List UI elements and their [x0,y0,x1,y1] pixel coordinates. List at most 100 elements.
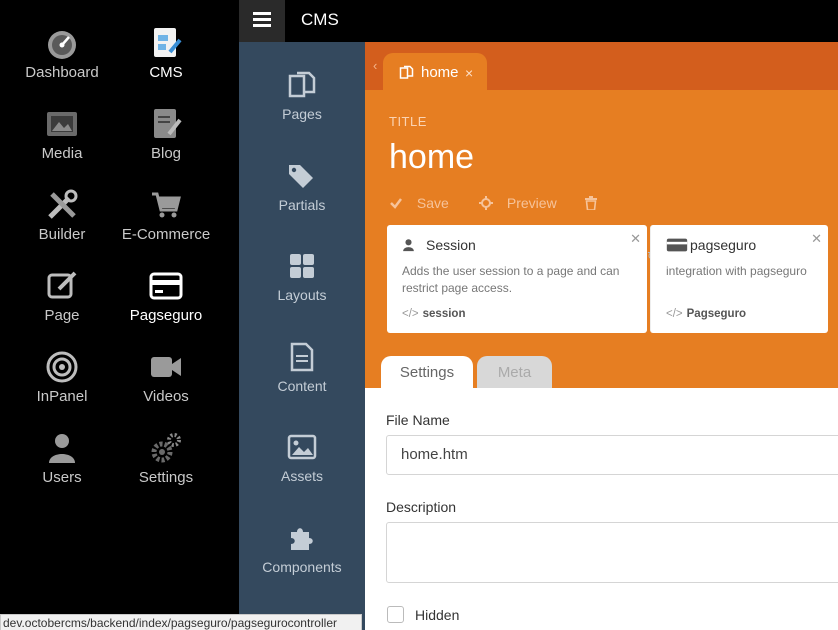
form-tabs: Settings Meta [365,356,838,388]
component-name: Session [426,237,476,253]
cms-nav-partials[interactable]: Partials [239,161,365,213]
component-description: integration with pagseguro [666,264,807,278]
app-nav-label: Users [42,469,82,486]
preview-label: Preview [506,195,557,212]
crosshair-icon [479,196,493,211]
save-button[interactable]: Save [389,194,449,211]
title-label: TITLE [389,114,427,129]
component-pagseguro[interactable]: pagseguro ✕ integration with pagseguro <… [650,225,828,333]
page-header: TITLE home Save Preview Session ✕ Adds t… [365,90,838,388]
edit-icon [47,271,77,299]
media-icon [47,112,77,136]
check-icon [390,198,402,210]
description-input[interactable] [386,522,838,583]
file-name-input[interactable]: home.htm [386,435,838,475]
component-alias-text: session [422,308,466,320]
document-tab-strip: ‹ home × [365,42,838,90]
code-icon: </> [666,308,683,320]
menu-icon-bar [253,18,271,21]
editor-area: ‹ home × TITLE home Save Preview Session… [365,42,838,630]
cms-nav-components[interactable]: Components [239,523,365,575]
app-nav-ecommerce[interactable]: E-Commerce [111,188,221,243]
close-icon[interactable]: × [465,65,473,81]
app-nav-media[interactable]: Media [7,107,117,162]
app-nav-label: Media [41,145,83,162]
app-nav-label: Pagseguro [129,307,203,324]
app-nav-blog[interactable]: Blog [111,107,221,162]
cms-nav-label: Assets [280,468,323,484]
code-icon: </> [402,308,419,320]
file-name-label: File Name [386,412,450,428]
cms-nav-pages[interactable]: Pages [239,70,365,122]
app-nav-label: Videos [143,388,189,405]
app-nav-settings[interactable]: Settings [111,431,221,486]
app-nav-builder[interactable]: Builder [7,188,117,243]
menu-icon-bar [253,12,271,15]
description-label: Description [386,499,457,515]
trash-icon [585,196,597,212]
component-description: Adds the user session to a page and can … [402,264,620,295]
cms-icon [154,28,182,57]
cms-nav-label: Content [277,378,327,394]
pages-icon [399,65,414,79]
app-navigation: Dashboard CMS Media Blog Builder E-Comme… [0,0,239,630]
cms-nav-label: Partials [278,197,326,213]
cms-nav-label: Pages [282,106,322,122]
credit-card-icon [149,272,183,300]
app-nav-cms[interactable]: CMS [111,26,221,81]
close-icon[interactable]: ✕ [811,231,822,247]
component-alias-text: Pagseguro [686,308,747,320]
file-text-icon [290,342,314,372]
hidden-label: Hidden [415,607,460,623]
app-nav-pagseguro[interactable]: Pagseguro [111,269,221,324]
cms-navigation: Pages Partials Layouts Content Assets Co… [239,42,365,630]
app-nav-label: CMS [149,64,183,81]
user-icon [403,239,414,252]
pages-icon [288,71,316,98]
app-nav-dashboard[interactable]: Dashboard [7,26,117,81]
document-tab-home[interactable]: home × [383,53,487,90]
app-nav-label: E-Commerce [121,226,211,243]
title-input[interactable]: home [389,138,474,177]
cms-nav-assets[interactable]: Assets [239,432,365,484]
grid-icon [290,254,314,278]
builder-icon [48,189,78,219]
delete-button[interactable] [585,194,597,212]
menu-icon-bar [253,24,271,27]
component-name: pagseguro [690,237,757,253]
preview-button[interactable]: Preview [479,194,557,211]
components-list: Session ✕ Adds the user session to a pag… [387,225,828,333]
cart-icon [152,192,181,218]
app-nav-label: Builder [38,226,86,243]
tags-icon [289,165,313,188]
component-alias: </> Pagseguro [666,308,746,320]
tab-meta[interactable]: Meta [477,356,552,388]
target-icon [46,351,78,383]
screen: Dashboard CMS Media Blog Builder E-Comme… [0,0,838,630]
blog-icon [154,109,182,138]
top-bar: CMS [239,0,838,42]
settings-form: File Name home.htm Description Hidden [365,388,838,630]
tab-settings[interactable]: Settings [381,356,473,388]
close-icon[interactable]: ✕ [630,231,641,247]
user-icon [49,434,75,463]
cms-nav-label: Layouts [277,287,327,303]
cms-nav-content[interactable]: Content [239,342,365,394]
app-nav-videos[interactable]: Videos [111,350,221,405]
section-title: CMS [301,10,339,29]
hidden-checkbox[interactable] [387,606,404,623]
component-alias: </> session [402,308,465,320]
video-camera-icon [151,357,181,377]
dashboard-icon [48,31,76,59]
app-nav-label: Page [44,307,80,324]
app-nav-users[interactable]: Users [7,431,117,486]
component-session[interactable]: Session ✕ Adds the user session to a pag… [387,225,647,333]
app-nav-page[interactable]: Page [7,269,117,324]
hamburger-menu-button[interactable] [239,0,285,42]
app-nav-label: Settings [138,469,194,486]
app-nav-inpanel[interactable]: InPanel [7,350,117,405]
gears-icon [151,433,181,463]
app-nav-label: Dashboard [25,64,99,81]
cms-nav-layouts[interactable]: Layouts [239,251,365,303]
chevron-left-icon[interactable]: ‹ [373,58,377,73]
